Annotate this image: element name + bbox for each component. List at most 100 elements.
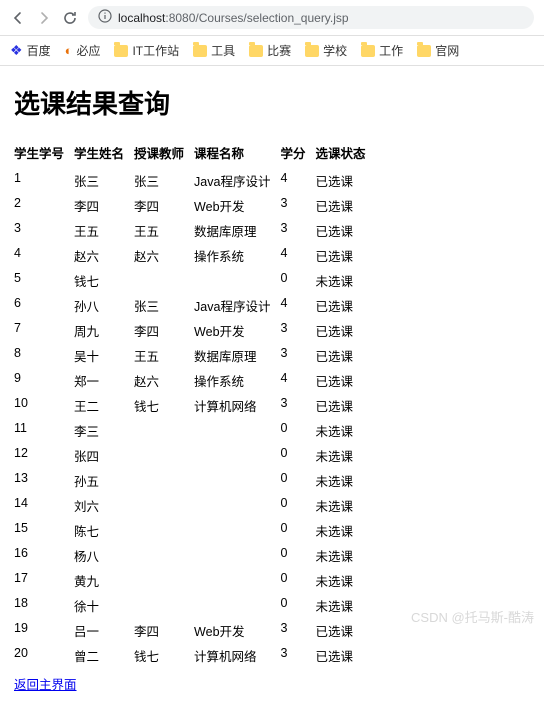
cell-credit: 4 [280,243,315,268]
cell-id: 13 [14,468,74,493]
cell-status: 未选课 [315,493,375,518]
cell-course [194,418,280,443]
bookmark-label: 官网 [435,42,459,59]
cell-name: 陈七 [74,518,134,543]
cell-status: 已选课 [315,618,375,643]
cell-id: 17 [14,568,74,593]
url-text: localhost:8080/Courses/selection_query.j… [118,11,349,25]
cell-id: 15 [14,518,74,543]
cell-course [194,543,280,568]
bookmark-label: 学校 [323,42,347,59]
cell-teacher: 张三 [134,293,194,318]
cell-teacher: 王五 [134,343,194,368]
cell-status: 已选课 [315,243,375,268]
cell-teacher: 李四 [134,618,194,643]
bookmark-item[interactable]: IT工作站 [114,42,179,59]
bookmark-item[interactable]: ◐必应 [65,42,101,59]
cell-teacher: 李四 [134,193,194,218]
cell-name: 曾二 [74,643,134,668]
table-row: 13孙五0未选课 [14,468,375,493]
url-bar[interactable]: localhost:8080/Courses/selection_query.j… [88,6,534,29]
cell-id: 5 [14,268,74,293]
cell-credit: 0 [280,568,315,593]
bookmark-item[interactable]: ❖百度 [10,42,51,59]
cell-id: 14 [14,493,74,518]
folder-icon [249,45,263,57]
table-row: 7周九李四Web开发3已选课 [14,318,375,343]
cell-teacher [134,418,194,443]
cell-status: 已选课 [315,368,375,393]
cell-teacher: 李四 [134,318,194,343]
table-row: 8吴十王五数据库原理3已选课 [14,343,375,368]
cell-name: 李三 [74,418,134,443]
bookmark-item[interactable]: 学校 [305,42,347,59]
cell-name: 王二 [74,393,134,418]
table-row: 14刘六0未选课 [14,493,375,518]
cell-status: 未选课 [315,443,375,468]
baidu-icon: ❖ [10,42,23,59]
cell-credit: 0 [280,593,315,618]
cell-credit: 0 [280,468,315,493]
cell-status: 已选课 [315,643,375,668]
cell-course: Java程序设计 [194,168,280,193]
bookmark-item[interactable]: 工具 [193,42,235,59]
cell-status: 已选课 [315,318,375,343]
cell-status: 已选课 [315,168,375,193]
cell-credit: 3 [280,393,315,418]
bookmark-item[interactable]: 官网 [417,42,459,59]
cell-name: 吕一 [74,618,134,643]
cell-status: 未选课 [315,593,375,618]
info-icon [98,9,112,26]
back-link[interactable]: 返回主界面 [14,674,77,693]
cell-teacher [134,568,194,593]
folder-icon [193,45,207,57]
cell-course [194,268,280,293]
cell-id: 4 [14,243,74,268]
cell-id: 6 [14,293,74,318]
cell-teacher: 张三 [134,168,194,193]
cell-name: 王五 [74,218,134,243]
back-icon[interactable] [10,10,26,26]
cell-status: 未选课 [315,568,375,593]
bookmark-label: 百度 [27,42,51,59]
cell-course [194,593,280,618]
cell-status: 未选课 [315,543,375,568]
cell-credit: 4 [280,168,315,193]
bookmark-item[interactable]: 工作 [361,42,403,59]
cell-id: 16 [14,543,74,568]
table-row: 9郑一赵六操作系统4已选课 [14,368,375,393]
th-credit: 学分 [280,139,315,168]
th-teacher: 授课教师 [134,139,194,168]
cell-name: 孙五 [74,468,134,493]
bookmark-label: 必应 [76,42,100,59]
cell-credit: 3 [280,643,315,668]
cell-name: 刘六 [74,493,134,518]
cell-course [194,468,280,493]
cell-id: 19 [14,618,74,643]
cell-id: 18 [14,593,74,618]
cell-course: 操作系统 [194,243,280,268]
cell-id: 11 [14,418,74,443]
cell-credit: 4 [280,368,315,393]
cell-status: 已选课 [315,218,375,243]
cell-credit: 0 [280,443,315,468]
cell-credit: 3 [280,218,315,243]
cell-credit: 3 [280,618,315,643]
cell-credit: 3 [280,318,315,343]
cell-course: 数据库原理 [194,343,280,368]
table-row: 12张四0未选课 [14,443,375,468]
forward-icon[interactable] [36,10,52,26]
bookmark-label: 工作 [379,42,403,59]
cell-id: 7 [14,318,74,343]
cell-teacher [134,268,194,293]
table-row: 20曾二钱七计算机网络3已选课 [14,643,375,668]
cell-teacher [134,593,194,618]
cell-id: 20 [14,643,74,668]
bookmark-item[interactable]: 比赛 [249,42,291,59]
table-row: 19吕一李四Web开发3已选课 [14,618,375,643]
folder-icon [361,45,375,57]
cell-teacher: 钱七 [134,643,194,668]
reload-icon[interactable] [62,10,78,26]
cell-name: 郑一 [74,368,134,393]
cell-course: 计算机网络 [194,643,280,668]
